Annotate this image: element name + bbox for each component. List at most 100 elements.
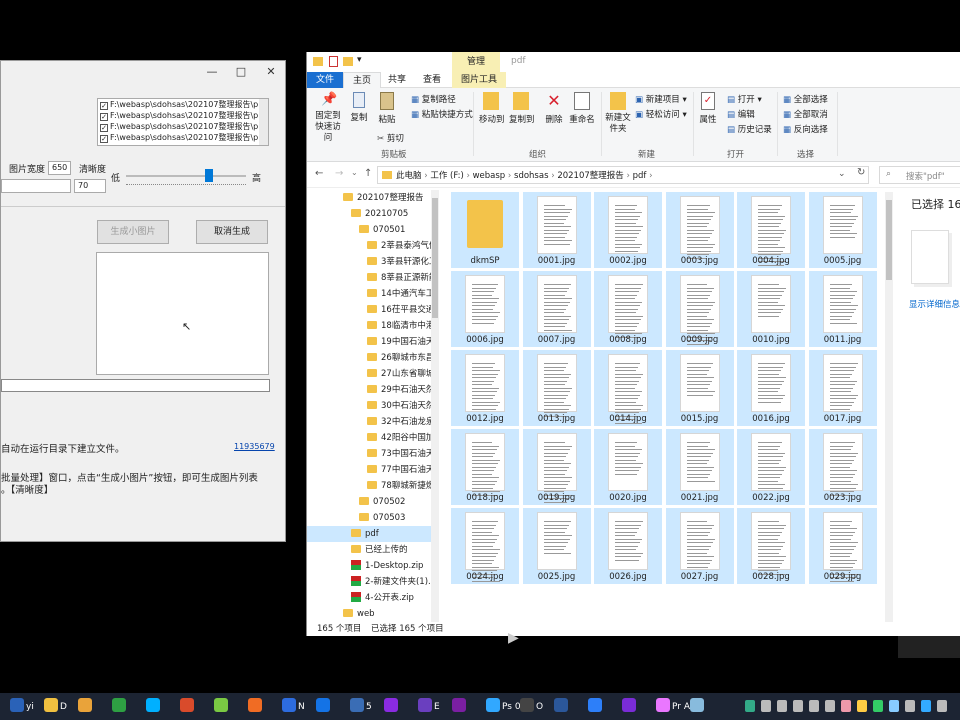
file-tile[interactable]: 0002.jpg: [594, 192, 662, 268]
nav-item[interactable]: 4-公开表.zip: [307, 590, 431, 606]
breadcrumb-item[interactable]: sdohsas: [514, 171, 548, 181]
forward-arrow-icon[interactable]: →: [335, 168, 343, 179]
copy-path-button[interactable]: ▦ 复制路径: [411, 93, 456, 105]
cancel-button[interactable]: 取消生成: [196, 220, 268, 244]
nav-item[interactable]: 16茌平县交通加: [307, 302, 431, 318]
rename-button[interactable]: 重命名: [569, 92, 595, 125]
paste-button[interactable]: 粘贴: [377, 92, 397, 125]
taskbar-app[interactable]: [620, 697, 638, 717]
clarity-slider-thumb[interactable]: [205, 169, 213, 182]
taskbar-app[interactable]: [144, 697, 162, 717]
taskbar-app[interactable]: [76, 697, 94, 717]
nav-item[interactable]: 30中石油天然气: [307, 398, 431, 414]
file-list-item[interactable]: ✓ F:\webasp\sdohsas\202107整理报告\p.df: [98, 132, 268, 143]
breadcrumb-item[interactable]: 此电脑: [396, 171, 422, 181]
file-tile[interactable]: 0021.jpg: [665, 429, 734, 505]
generate-button[interactable]: 生成小图片: [97, 220, 169, 244]
file-list-item[interactable]: ✓ F:\webasp\sdohsas\202107整理报告\p.df: [98, 99, 268, 110]
properties-icon[interactable]: [329, 56, 338, 67]
pin-quick-access-button[interactable]: 📌 固定到快速访问: [313, 92, 343, 143]
tab-file[interactable]: 文件: [307, 72, 344, 88]
taskbar-app[interactable]: [212, 697, 230, 717]
nav-item[interactable]: 42阳谷中国加油: [307, 430, 431, 446]
taskbar-app[interactable]: [314, 697, 332, 717]
nav-item[interactable]: web: [307, 606, 431, 622]
nav-item[interactable]: pdf: [307, 526, 431, 542]
checkbox[interactable]: ✓: [100, 135, 108, 143]
taskbar-app[interactable]: [110, 697, 128, 717]
taskbar-app[interactable]: Pr A: [654, 697, 690, 717]
file-list[interactable]: ✓ F:\webasp\sdohsas\202107整理报告\p.df ✓ F:\we…: [97, 98, 269, 146]
breadcrumb-item[interactable]: 202107整理报告: [557, 171, 623, 181]
nav-item[interactable]: 32中石油龙泉西: [307, 414, 431, 430]
file-tile[interactable]: 0011.jpg: [808, 271, 877, 347]
file-tile[interactable]: 0007.jpg: [522, 271, 591, 347]
nav-item[interactable]: 8莘县正源新能源: [307, 270, 431, 286]
nav-item[interactable]: 070503: [307, 510, 431, 526]
file-tile[interactable]: 0006.jpg: [451, 271, 519, 347]
taskbar-app[interactable]: [586, 697, 604, 717]
new-folder-button[interactable]: 新建文件夹: [605, 92, 631, 135]
nav-item[interactable]: 26聊城市东昌府: [307, 350, 431, 366]
tab-picture-tools[interactable]: 图片工具: [452, 72, 507, 88]
width-input[interactable]: 650: [48, 161, 71, 175]
maximize-button[interactable]: □: [226, 61, 256, 83]
taskbar-app[interactable]: D: [42, 697, 67, 717]
nav-item[interactable]: 78聊城新捷燃气: [307, 478, 431, 494]
checkbox[interactable]: ✓: [100, 124, 108, 132]
search-box[interactable]: ⌕ 搜索"pdf": [879, 166, 960, 184]
taskbar-app[interactable]: N: [280, 697, 305, 717]
address-bar[interactable]: 此电脑 › 工作 (F:) › webasp › sdohsas › 20210…: [377, 166, 869, 184]
file-list-scrollbar[interactable]: [259, 99, 268, 145]
select-all-button[interactable]: ▦ 全部选择: [783, 93, 828, 105]
copy-button[interactable]: 复制: [349, 92, 369, 123]
taskbar-app[interactable]: [382, 697, 400, 717]
file-tile[interactable]: 0018.jpg: [451, 429, 519, 505]
nav-item[interactable]: 202107整理报告: [307, 190, 431, 206]
new-folder-icon[interactable]: [343, 57, 353, 66]
taskbar-app[interactable]: [552, 697, 570, 717]
breadcrumb-separator[interactable]: ›: [549, 171, 558, 181]
nav-item[interactable]: 20210705: [307, 206, 431, 222]
properties-button[interactable]: ✓ 属性: [697, 92, 719, 125]
file-tile[interactable]: 0028.jpg: [737, 508, 805, 584]
back-arrow-icon[interactable]: ←: [315, 168, 323, 179]
nav-item[interactable]: 14中通汽车工业: [307, 286, 431, 302]
address-dropdown-icon[interactable]: ⌄: [838, 169, 846, 179]
path-input[interactable]: [1, 179, 71, 193]
taskbar-app[interactable]: O: [518, 697, 543, 717]
file-tile[interactable]: 0016.jpg: [737, 350, 805, 426]
file-tile[interactable]: 0001.jpg: [522, 192, 591, 268]
nav-item[interactable]: 73中国石油天然: [307, 446, 431, 462]
file-tile[interactable]: 0027.jpg: [665, 508, 734, 584]
taskbar-app[interactable]: Ps 0: [484, 697, 521, 717]
file-tile[interactable]: 0022.jpg: [737, 429, 805, 505]
show-details-link[interactable]: 显示详细信息: [909, 298, 960, 310]
nav-item[interactable]: 2-新建文件夹(1).zip: [307, 574, 431, 590]
file-tile[interactable]: 0023.jpg: [808, 429, 877, 505]
nav-item[interactable]: 19中国石油天然: [307, 334, 431, 350]
clarity-slider-track[interactable]: [126, 175, 246, 177]
move-to-button[interactable]: 移动到: [479, 92, 505, 125]
nav-item[interactable]: 27山东省聊城市: [307, 366, 431, 382]
file-tile[interactable]: 0005.jpg: [808, 192, 877, 268]
file-tile[interactable]: 0029.jpg: [808, 508, 877, 584]
easy-access-button[interactable]: ▣ 轻松访问 ▾: [635, 108, 687, 120]
up-arrow-icon[interactable]: ↑: [364, 168, 372, 179]
file-tile[interactable]: 0009.jpg: [665, 271, 734, 347]
breadcrumb-separator[interactable]: ›: [624, 171, 633, 181]
new-item-button[interactable]: ▣ 新建项目 ▾: [635, 93, 687, 105]
taskbar-app[interactable]: [450, 697, 468, 717]
file-tile[interactable]: 0025.jpg: [522, 508, 591, 584]
taskbar-app[interactable]: 5: [348, 697, 372, 717]
file-tile[interactable]: 0003.jpg: [665, 192, 734, 268]
file-tile[interactable]: 0019.jpg: [522, 429, 591, 505]
invert-selection-button[interactable]: ▦ 反向选择: [783, 123, 828, 135]
select-none-button[interactable]: ▦ 全部取消: [783, 108, 828, 120]
nav-item[interactable]: 070501: [307, 222, 431, 238]
file-tile[interactable]: 0026.jpg: [594, 508, 662, 584]
breadcrumb-item[interactable]: 工作 (F:): [430, 171, 463, 181]
tab-share[interactable]: 共享: [379, 72, 415, 88]
nav-item[interactable]: 1-Desktop.zip: [307, 558, 431, 574]
taskbar-app[interactable]: yi: [8, 697, 34, 717]
